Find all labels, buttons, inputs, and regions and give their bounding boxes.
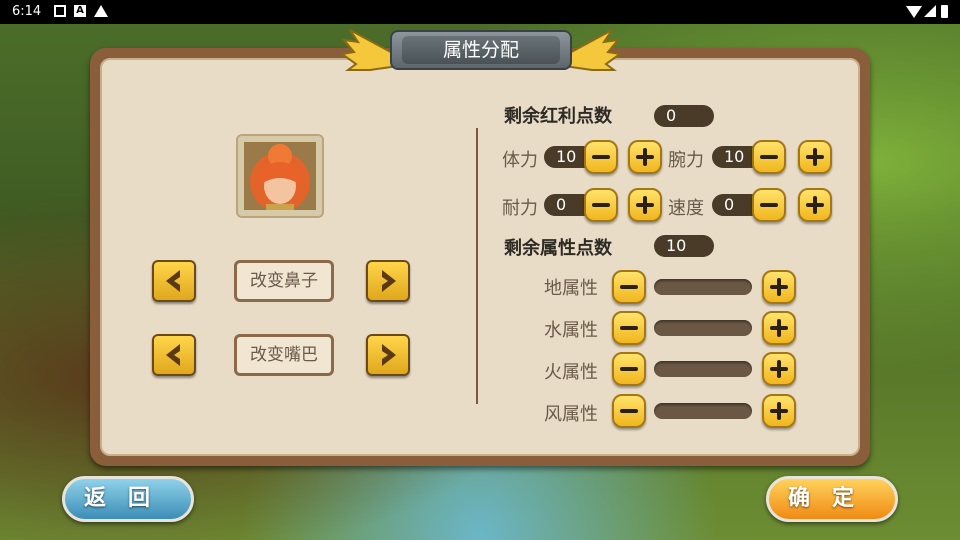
minus-fire-button[interactable] (612, 352, 646, 386)
status-time: 6:14 (12, 4, 42, 19)
minus-endurance-button[interactable] (584, 188, 618, 222)
chevron-right-icon (382, 344, 396, 366)
element-label-fire: 火属性 (544, 362, 598, 383)
plus-strength-button[interactable] (798, 140, 832, 174)
character-portrait (244, 142, 316, 210)
minus-earth-button[interactable] (612, 270, 646, 304)
attr-points-label: 剩余属性点数 (504, 238, 612, 259)
water-level-bar (654, 320, 752, 336)
element-label-earth: 地属性 (544, 278, 598, 299)
stat-label-strength: 腕力 (668, 150, 704, 171)
dialog-title: 属性分配 (402, 36, 560, 64)
signal-icon (924, 5, 936, 17)
title-plate: 属性分配 (390, 30, 572, 70)
attribute-panel (90, 48, 870, 466)
a-notification-icon: A (74, 5, 86, 17)
prev-nose-button[interactable] (152, 260, 196, 302)
minus-wind-button[interactable] (612, 394, 646, 428)
plus-water-button[interactable] (762, 311, 796, 345)
earth-level-bar (654, 279, 752, 295)
plus-earth-button[interactable] (762, 270, 796, 304)
minus-stamina-button[interactable] (584, 140, 618, 174)
minus-strength-button[interactable] (752, 140, 786, 174)
attr-points-value: 10 (654, 235, 714, 257)
plus-wind-button[interactable] (762, 394, 796, 428)
plus-speed-button[interactable] (798, 188, 832, 222)
element-label-water: 水属性 (544, 320, 598, 341)
image-notification-icon (54, 5, 66, 17)
prev-mouth-button[interactable] (152, 334, 196, 376)
panel-inner (100, 58, 860, 456)
bonus-points-label: 剩余红利点数 (504, 106, 612, 127)
vertical-divider (476, 128, 478, 404)
stat-label-endurance: 耐力 (502, 198, 538, 219)
chevron-right-icon (382, 270, 396, 292)
wind-level-bar (654, 403, 752, 419)
wifi-icon (906, 6, 922, 18)
confirm-button[interactable]: 确定 (766, 476, 898, 522)
element-label-wind: 风属性 (544, 404, 598, 425)
next-nose-button[interactable] (366, 260, 410, 302)
warning-icon (94, 5, 108, 17)
fire-level-bar (654, 361, 752, 377)
minus-speed-button[interactable] (752, 188, 786, 222)
next-mouth-button[interactable] (366, 334, 410, 376)
back-button[interactable]: 返回 (62, 476, 194, 522)
status-bar: 6:14 A (0, 0, 960, 24)
character-avatar (236, 134, 324, 218)
plus-fire-button[interactable] (762, 352, 796, 386)
bonus-points-value: 0 (654, 105, 714, 127)
plus-stamina-button[interactable] (628, 140, 662, 174)
stat-label-stamina: 体力 (502, 150, 538, 171)
change-mouth-button[interactable]: 改变嘴巴 (234, 334, 334, 376)
plus-endurance-button[interactable] (628, 188, 662, 222)
battery-icon (941, 5, 948, 18)
change-nose-button[interactable]: 改变鼻子 (234, 260, 334, 302)
stat-label-speed: 速度 (668, 198, 704, 219)
title-banner: 属性分配 (339, 24, 623, 80)
chevron-left-icon (166, 270, 180, 292)
chevron-left-icon (166, 344, 180, 366)
minus-water-button[interactable] (612, 311, 646, 345)
